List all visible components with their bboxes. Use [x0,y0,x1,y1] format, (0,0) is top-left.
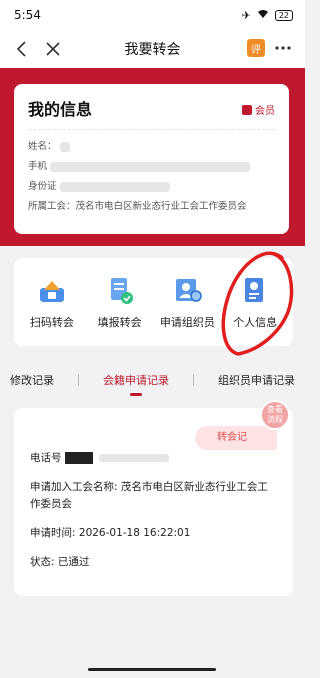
status-row: 状态: 已通过 [30,554,277,571]
apply-time-value: 2026-01-18 16:22:01 [78,527,191,539]
bottom-area [0,642,305,678]
phone-redacted-block [64,452,93,464]
close-icon [46,42,60,56]
nav-bar: 我要转会 评 [0,30,305,68]
my-info-card: 我的信息 会员 姓名： 手机 身份证 所属工会： 茂名市电白区新业态行业工会工作… [14,84,289,234]
status-icons: ✈ 22 [242,9,293,22]
record-header: 转会记 [30,422,277,450]
record-phone-label: 电话号 [30,452,62,464]
wifi-icon [257,9,269,22]
more-dots-icon [275,46,291,50]
scan-transfer-label: 扫码转会 [29,316,74,329]
review-icon[interactable]: 评 [247,39,265,57]
tab-modify-records[interactable]: 修改记录 [10,372,54,388]
name-row: 姓名： [28,137,275,157]
transfer-record-tag: 转会记 [195,426,277,450]
phone-record-row: 电话号 [30,450,277,467]
member-badge: 会员 [242,102,275,117]
chevron-left-icon [16,41,26,57]
view-flow-label-1: 查看 [267,405,283,414]
apply-union-row: 申请加入工会名称: 茂名市电白区新业态行业工会工作委员会 [30,479,277,513]
union-label: 所属工会： [28,201,76,212]
back-button[interactable] [8,36,34,62]
divider [28,129,275,130]
phone-redacted [50,162,251,172]
scan-house-icon [39,281,64,302]
close-button[interactable] [40,36,66,62]
phone-label: 手机 [28,161,48,172]
name-redacted [59,142,70,152]
apply-organizer-label: 申请组织员 [159,316,215,329]
more-button[interactable] [271,36,295,60]
status-bar: 5:54 ✈ 22 [0,0,305,30]
report-transfer-label: 填报转会 [97,316,142,329]
union-row: 所属工会： 茂名市电白区新业态行业工会工作委员会 [28,197,275,217]
battery-icon: 22 [274,9,293,21]
apply-time-row: 申请时间: 2026-01-18 16:22:01 [30,525,277,542]
personal-info-button[interactable]: 个人信息 [223,274,287,330]
phone-row: 手机 [28,157,275,177]
phone-redacted-blur [99,454,170,462]
status-label: 状态: [30,556,55,568]
member-badge-label: 会员 [255,106,275,117]
member-icon [242,104,252,115]
home-indicator [88,668,216,671]
tab-membership-records[interactable]: 会籍申请记录 [103,372,169,396]
membership-record-card: 转会记 电话号 申请加入工会名称: 茂名市电白区新业态行业工会工作委员会 申请时… [14,408,293,596]
id-label: 身份证 [28,181,57,192]
status-value: 已通过 [57,556,90,568]
union-value: 茂名市电白区新业态行业工会工作委员会 [75,201,247,212]
tab-divider [193,374,194,386]
name-label: 姓名： [28,141,57,152]
id-row: 身份证 [28,177,275,197]
personal-info-icon [245,278,264,302]
report-transfer-button[interactable]: 填报转会 [88,274,152,330]
form-check-icon [110,278,133,304]
organizer-apply-icon [176,279,203,302]
apply-organizer-button[interactable]: 申请组织员 [155,274,219,330]
airplane-icon: ✈ [241,8,251,22]
apply-time-label: 申请时间: [30,527,76,539]
view-flow-label-2: 流程 [267,415,283,424]
record-tabs: 修改记录 会籍申请记录 组织员申请记录 [0,360,305,400]
apply-union-label: 申请加入工会名称: [30,481,118,493]
id-redacted [59,182,170,192]
scan-transfer-button[interactable]: 扫码转会 [20,274,84,330]
actions-panel: 扫码转会 填报转会 申请组织员 个人信息 [14,258,293,346]
status-time: 5:54 [14,8,41,22]
tab-organizer-records[interactable]: 组织员申请记录 [218,372,295,388]
view-flow-button[interactable]: 查看 流程 [260,400,290,430]
tab-divider [78,374,79,386]
my-info-title: 我的信息 [28,100,93,119]
personal-info-label: 个人信息 [233,316,278,329]
